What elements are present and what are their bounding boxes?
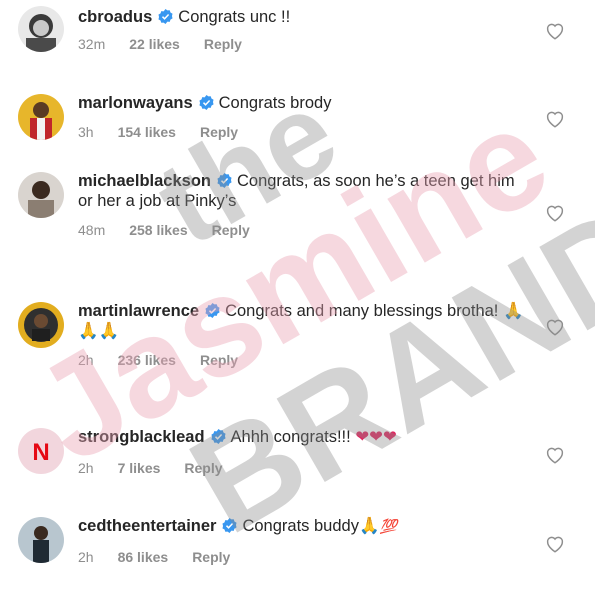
comment-username[interactable]: marlonwayans bbox=[78, 94, 193, 112]
comment-body: Ahhh congrats!!! bbox=[230, 428, 351, 446]
comment-likes[interactable]: 7 likes bbox=[118, 460, 161, 476]
comment-username[interactable]: cbroadus bbox=[78, 8, 152, 26]
like-heart-icon[interactable] bbox=[545, 22, 565, 40]
reply-button[interactable]: Reply bbox=[212, 222, 250, 238]
comment-meta: 48m 258 likes Reply bbox=[78, 222, 274, 238]
comment-meta: 2h 236 likes Reply bbox=[78, 352, 262, 368]
verified-badge-icon bbox=[199, 95, 214, 110]
verified-badge-icon bbox=[222, 518, 237, 533]
comment-time: 3h bbox=[78, 124, 94, 140]
comment-body: Congrats and many blessings brotha! bbox=[225, 302, 499, 320]
like-heart-icon[interactable] bbox=[545, 110, 565, 128]
verified-badge-icon bbox=[211, 429, 226, 444]
comment-time: 2h bbox=[78, 549, 94, 565]
avatar-letter: N bbox=[32, 439, 49, 466]
like-heart-icon[interactable] bbox=[545, 446, 565, 464]
comment-meta: 32m 22 likes Reply bbox=[78, 36, 266, 52]
watermark: the Jasmine BRAND bbox=[0, 0, 595, 595]
comment-likes[interactable]: 258 likes bbox=[129, 222, 187, 238]
comment-body: Congrats buddy bbox=[242, 517, 359, 535]
reply-button[interactable]: Reply bbox=[200, 124, 238, 140]
verified-badge-icon bbox=[158, 9, 173, 24]
reply-button[interactable]: Reply bbox=[184, 460, 222, 476]
like-heart-icon[interactable] bbox=[545, 535, 565, 553]
hundred-emoji: 💯 bbox=[379, 518, 397, 534]
comment-likes[interactable]: 236 likes bbox=[118, 352, 176, 368]
comment-username[interactable]: strongblacklead bbox=[78, 428, 205, 446]
avatar[interactable] bbox=[18, 94, 64, 140]
reply-button[interactable]: Reply bbox=[200, 352, 238, 368]
avatar[interactable] bbox=[18, 6, 64, 52]
comment-body: Congrats unc !! bbox=[178, 8, 291, 26]
reply-button[interactable]: Reply bbox=[204, 36, 242, 52]
comment-meta: 3h 154 likes Reply bbox=[78, 124, 262, 140]
like-heart-icon[interactable] bbox=[545, 318, 565, 336]
comment-likes[interactable]: 154 likes bbox=[118, 124, 176, 140]
comment-text-block: cedtheentertainer Congrats buddy🙏💯 bbox=[78, 516, 528, 536]
comment-username[interactable]: cedtheentertainer bbox=[78, 517, 216, 535]
comment-text-block: marlonwayans Congrats brody bbox=[78, 93, 528, 113]
avatar[interactable] bbox=[18, 302, 64, 348]
comment-time: 2h bbox=[78, 352, 94, 368]
avatar[interactable] bbox=[18, 517, 64, 563]
comment-text-block: cbroadus Congrats unc !! bbox=[78, 7, 528, 27]
comment-likes[interactable]: 22 likes bbox=[129, 36, 180, 52]
comment-username[interactable]: michaelblackson bbox=[78, 172, 211, 190]
reply-button[interactable]: Reply bbox=[192, 549, 230, 565]
comment-time: 2h bbox=[78, 460, 94, 476]
comment-username[interactable]: martinlawrence bbox=[78, 302, 199, 320]
comment-meta: 2h 7 likes Reply bbox=[78, 460, 247, 476]
heart-emoji: ❤❤❤ bbox=[355, 427, 397, 446]
comment-body: Congrats brody bbox=[218, 94, 332, 112]
avatar[interactable] bbox=[18, 172, 64, 218]
comment-time: 32m bbox=[78, 36, 106, 52]
comment-text-block: michaelblackson Congrats, as soon he’s a … bbox=[78, 171, 528, 211]
comment-text-block: martinlawrence Congrats and many blessing… bbox=[78, 301, 528, 341]
verified-badge-icon bbox=[205, 303, 220, 318]
comment-meta: 2h 86 likes Reply bbox=[78, 549, 254, 565]
like-heart-icon[interactable] bbox=[545, 204, 565, 222]
verified-badge-icon bbox=[217, 173, 232, 188]
avatar[interactable]: N bbox=[18, 428, 64, 474]
comment-likes[interactable]: 86 likes bbox=[118, 549, 169, 565]
prayer-emoji: 🙏 bbox=[358, 516, 380, 535]
comment-time: 48m bbox=[78, 222, 106, 238]
comment-text-block: strongblacklead Ahhh congrats!!! ❤❤❤ bbox=[78, 427, 528, 447]
